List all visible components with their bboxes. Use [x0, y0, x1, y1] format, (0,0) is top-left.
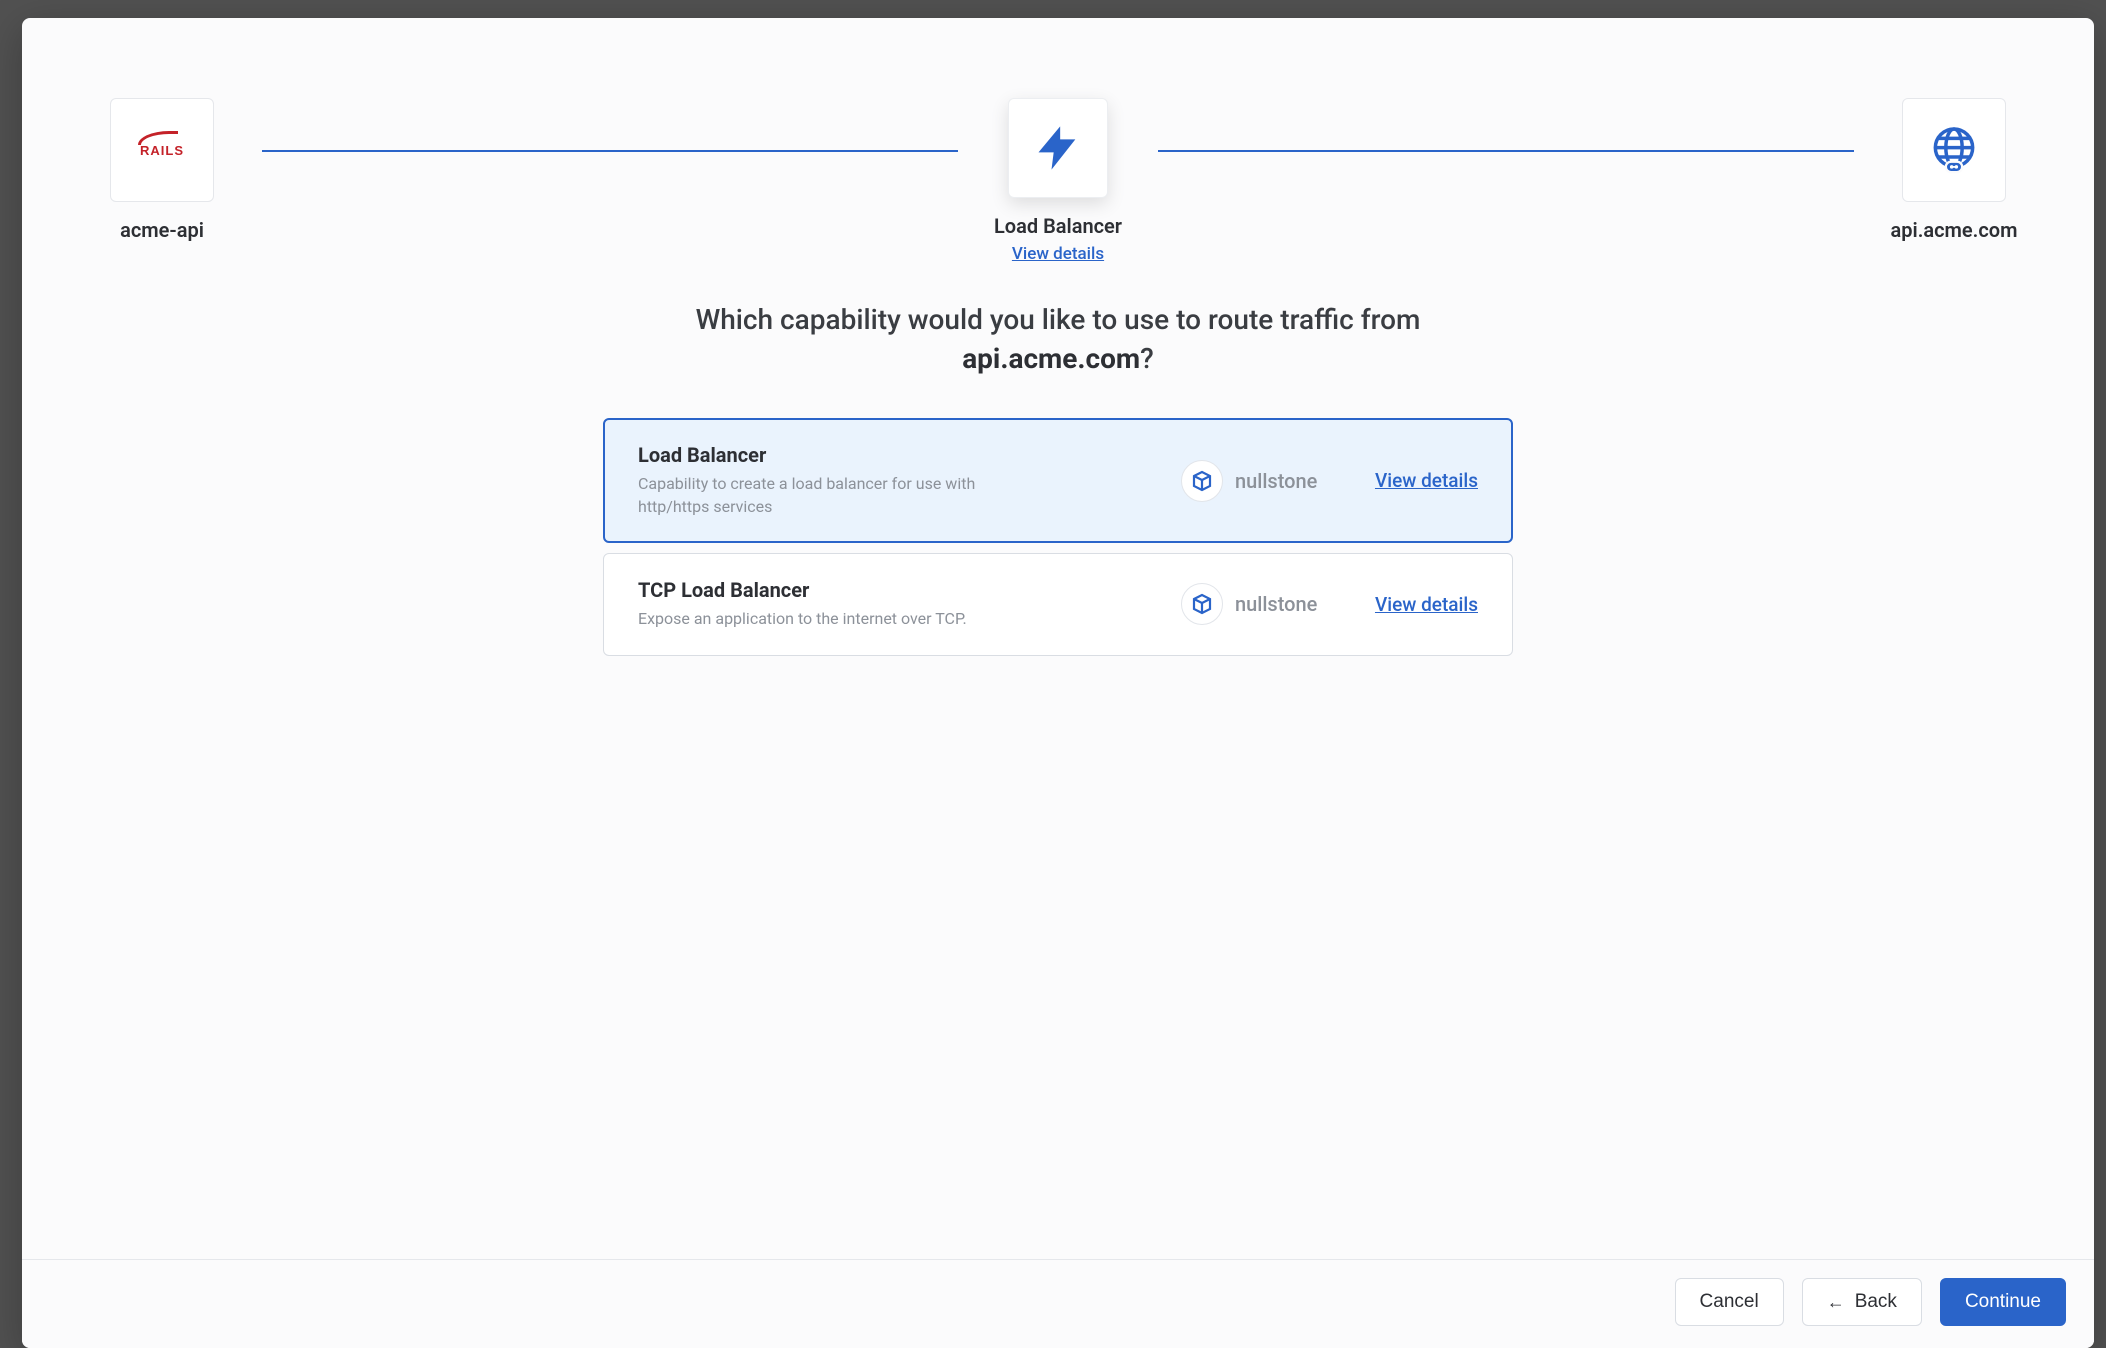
- option-title: Load Balancer: [638, 443, 1157, 467]
- cancel-label: Cancel: [1700, 1291, 1759, 1313]
- nullstone-icon: [1181, 583, 1223, 625]
- heading-suffix: ?: [1140, 342, 1154, 375]
- nullstone-icon: [1181, 460, 1223, 502]
- back-label: Back: [1855, 1291, 1897, 1313]
- source-tile: RAILS: [110, 98, 214, 202]
- option-view-details-link[interactable]: View details: [1375, 469, 1478, 492]
- source-label: acme-api: [120, 218, 204, 242]
- flow-node-middle: Load Balancer View details: [958, 98, 1158, 264]
- option-load-balancer[interactable]: Load Balancer Capability to create a loa…: [603, 418, 1513, 543]
- page-heading: Which capability would you like to use t…: [648, 300, 1468, 378]
- arrow-left-icon: ←: [1827, 1293, 1845, 1311]
- option-tcp-load-balancer[interactable]: TCP Load Balancer Expose an application …: [603, 553, 1513, 655]
- options-list: Load Balancer Capability to create a loa…: [603, 418, 1513, 655]
- option-provider: nullstone: [1181, 460, 1351, 502]
- option-description: Capability to create a load balancer for…: [638, 473, 1038, 518]
- option-description: Expose an application to the internet ov…: [638, 608, 1038, 630]
- back-button[interactable]: ← Back: [1802, 1278, 1922, 1326]
- continue-label: Continue: [1965, 1291, 2041, 1313]
- rails-icon: RAILS: [140, 143, 184, 158]
- flow-node-source: RAILS acme-api: [62, 98, 262, 242]
- flow-node-target: api.acme.com: [1854, 98, 2054, 242]
- target-label: api.acme.com: [1891, 218, 2018, 242]
- option-view-details-link[interactable]: View details: [1375, 593, 1478, 616]
- option-provider: nullstone: [1181, 583, 1351, 625]
- option-main: TCP Load Balancer Expose an application …: [638, 578, 1157, 630]
- middle-tile: [1008, 98, 1108, 198]
- modal-footer: Cancel ← Back Continue: [22, 1259, 2094, 1348]
- capability-modal: RAILS acme-api Load Balancer View detail…: [22, 18, 2094, 1348]
- flow-connector-right: [1158, 150, 1854, 152]
- modal-body: RAILS acme-api Load Balancer View detail…: [22, 18, 2094, 1259]
- flow-diagram: RAILS acme-api Load Balancer View detail…: [62, 98, 2054, 264]
- option-main: Load Balancer Capability to create a loa…: [638, 443, 1157, 518]
- heading-domain: api.acme.com: [962, 342, 1140, 375]
- provider-name: nullstone: [1235, 592, 1317, 616]
- heading-wrap: Which capability would you like to use t…: [648, 300, 1468, 378]
- provider-name: nullstone: [1235, 469, 1317, 493]
- target-tile: [1902, 98, 2006, 202]
- heading-prefix: Which capability would you like to use t…: [696, 303, 1421, 336]
- cancel-button[interactable]: Cancel: [1675, 1278, 1784, 1326]
- flow-connector-left: [262, 150, 958, 152]
- option-title: TCP Load Balancer: [638, 578, 1157, 602]
- lightning-icon: [1032, 122, 1084, 174]
- middle-label: Load Balancer: [994, 214, 1122, 238]
- middle-view-details-link[interactable]: View details: [1012, 244, 1104, 264]
- continue-button[interactable]: Continue: [1940, 1278, 2066, 1326]
- globe-link-icon: [1926, 122, 1982, 178]
